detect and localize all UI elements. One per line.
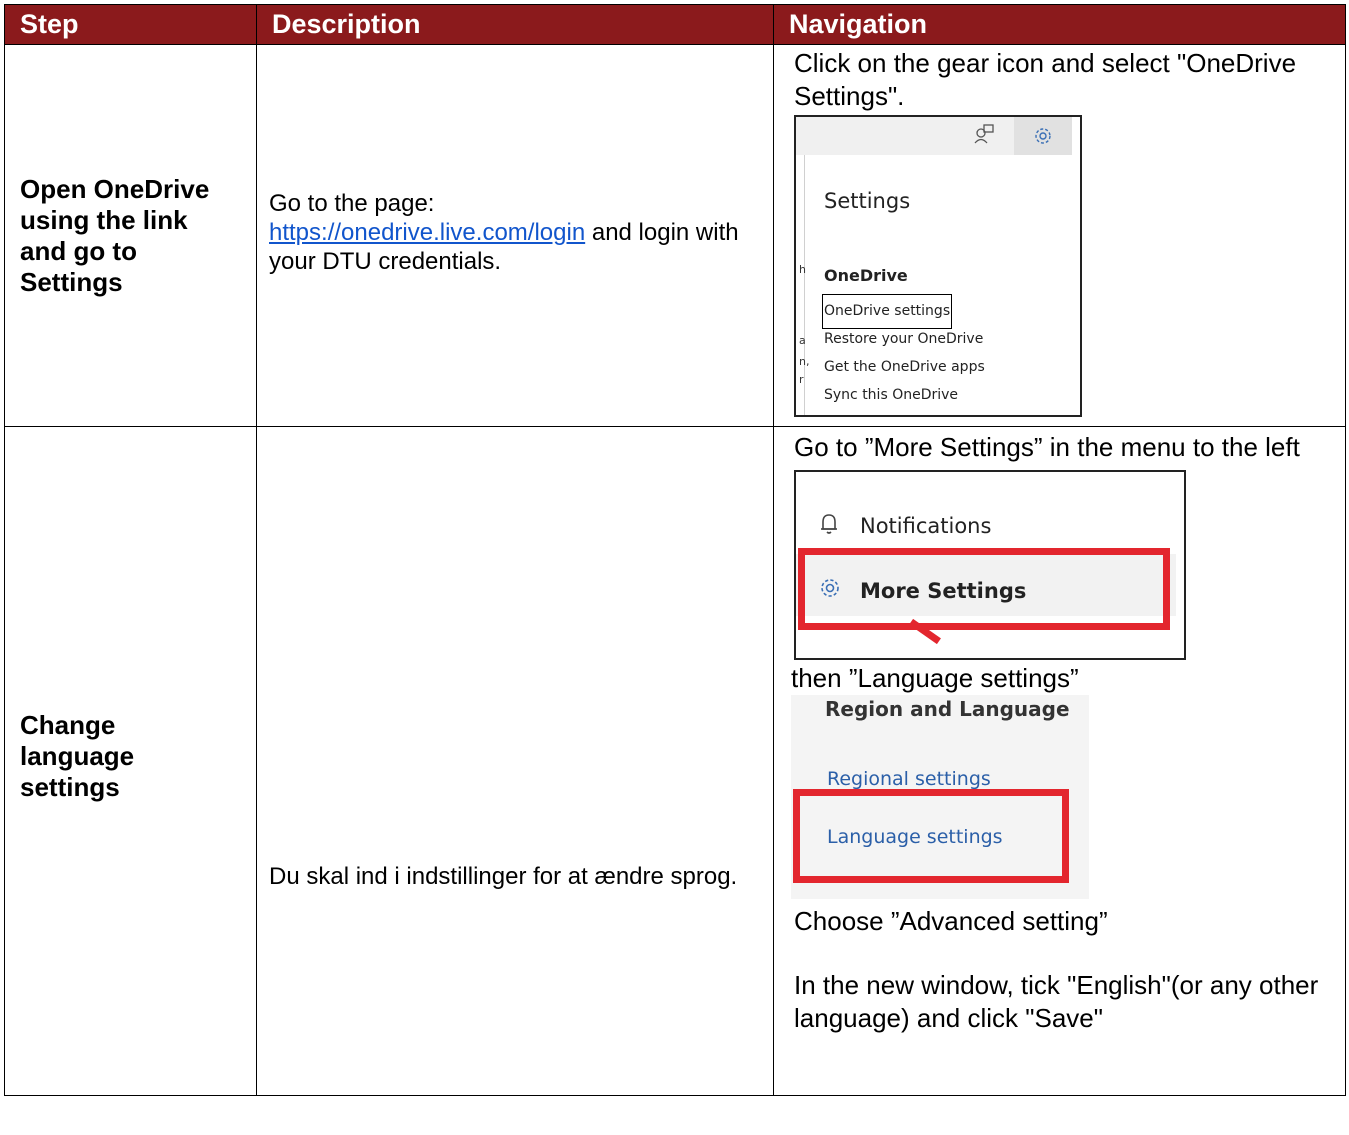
settings-title: Settings xyxy=(824,189,911,213)
onedrive-settings-screenshot: h a n, r Settings OneDrive OneDrive sett… xyxy=(794,115,1082,417)
bell-icon xyxy=(821,514,837,534)
header-step: Step xyxy=(4,4,257,45)
description-cell: Du skal ind i indstillinger for at ændre… xyxy=(256,426,774,1096)
navigation-text: In the new window, tick "English"(or any… xyxy=(794,970,1319,1033)
table-row: Change language settings Du skal ind i i… xyxy=(4,426,1346,1096)
onedrive-section-label: OneDrive xyxy=(824,266,908,285)
description-cell: Go to the page: https://onedrive.live.co… xyxy=(256,44,774,427)
highlight-box xyxy=(798,548,1170,630)
header-description: Description xyxy=(256,4,774,45)
highlight-box xyxy=(793,789,1069,883)
onedrive-login-link[interactable]: https://onedrive.live.com/login xyxy=(269,219,585,246)
step-title: Change language settings xyxy=(20,709,135,802)
header-navigation: Navigation xyxy=(773,4,1346,45)
table-row: Open OneDrive using the link and go to S… xyxy=(4,44,1346,427)
gear-icon[interactable] xyxy=(1032,125,1054,147)
navigation-cell: Click on the gear icon and select "OneDr… xyxy=(773,44,1346,427)
navigation-cell: Go to ”More Settings” in the menu to the… xyxy=(773,426,1346,1096)
navigation-text: Click on the gear icon and select "OneDr… xyxy=(794,48,1297,111)
people-icon xyxy=(974,124,994,144)
header-row: Step Description Navigation xyxy=(4,4,1346,45)
more-settings-screenshot: Notifications More Settings xyxy=(794,470,1186,660)
step-title: Open OneDrive using the link and go to S… xyxy=(20,173,210,297)
step-cell: Open OneDrive using the link and go to S… xyxy=(4,44,257,427)
region-language-screenshot: Region and Language Regional settings La… xyxy=(791,695,1089,899)
instructions-table: Step Description Navigation Open OneDriv… xyxy=(4,4,1346,1096)
navigation-text: then ”Language settings” xyxy=(791,663,1079,693)
description-text: Go to the page: xyxy=(269,190,435,217)
edge-fragment: r xyxy=(799,373,804,386)
sync-onedrive-item[interactable]: Sync this OneDrive xyxy=(824,379,958,412)
region-language-title: Region and Language xyxy=(825,697,1070,721)
edge-fragment: h xyxy=(799,263,806,276)
step-cell: Change language settings xyxy=(4,426,257,1096)
navigation-text: Choose ”Advanced setting” xyxy=(794,906,1108,936)
description-text: Du skal ind i indstillinger for at ændre… xyxy=(269,863,738,890)
notifications-menu-item[interactable]: Notifications xyxy=(860,510,991,543)
navigation-text: Go to ”More Settings” in the menu to the… xyxy=(794,432,1300,462)
